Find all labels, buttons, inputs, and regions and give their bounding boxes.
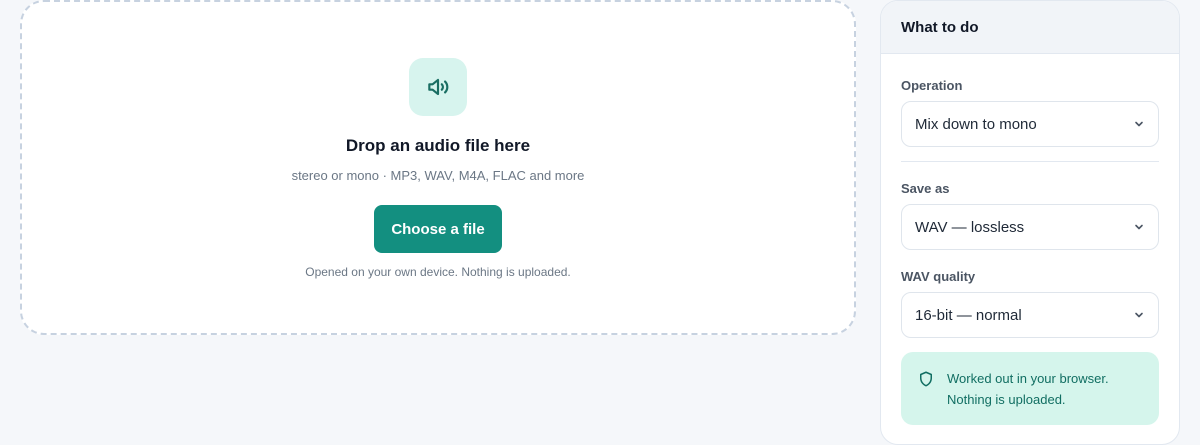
privacy-notice-text: Worked out in your browser. Nothing is u… (947, 368, 1109, 425)
dropzone-title: Drop an audio file here (345, 136, 531, 155)
privacy-notice-line2: Nothing is uploaded. (947, 392, 1066, 407)
chevron-down-icon (1132, 308, 1146, 322)
settings-panel: What to do Operation Mix down to mono Sa… (880, 0, 1180, 445)
audio-dropzone[interactable]: Drop an audio file here stereo or mono ·… (20, 0, 856, 335)
chevron-down-icon (1132, 117, 1146, 131)
speaker-icon (428, 78, 449, 96)
wav-quality-value: 16-bit — normal (915, 306, 1022, 324)
privacy-notice-line1: Worked out in your browser. (947, 371, 1109, 386)
dropzone-subtitle: stereo or mono · MP3, WAV, M4A, FLAC and… (291, 168, 585, 183)
dropzone-privacy-note: Opened on your own device. Nothing is up… (305, 265, 571, 279)
speaker-icon-tile (409, 58, 467, 116)
save-as-label: Save as (901, 181, 950, 196)
operation-value: Mix down to mono (915, 115, 1037, 133)
shield-icon (920, 371, 932, 387)
wav-quality-label: WAV quality (901, 269, 976, 284)
operation-select[interactable]: Mix down to mono (901, 101, 1159, 147)
privacy-notice: Worked out in your browser. Nothing is u… (901, 352, 1159, 425)
wav-quality-select[interactable]: 16-bit — normal (901, 292, 1159, 338)
panel-title: What to do (881, 1, 1179, 54)
save-as-select[interactable]: WAV — lossless (901, 204, 1159, 250)
chevron-down-icon (1132, 220, 1146, 234)
page: Drop an audio file here stereo or mono ·… (0, 0, 1200, 445)
save-as-value: WAV — lossless (915, 218, 1025, 236)
section-divider (901, 161, 1159, 162)
operation-label: Operation (901, 78, 963, 93)
choose-file-button[interactable]: Choose a file (374, 205, 502, 253)
